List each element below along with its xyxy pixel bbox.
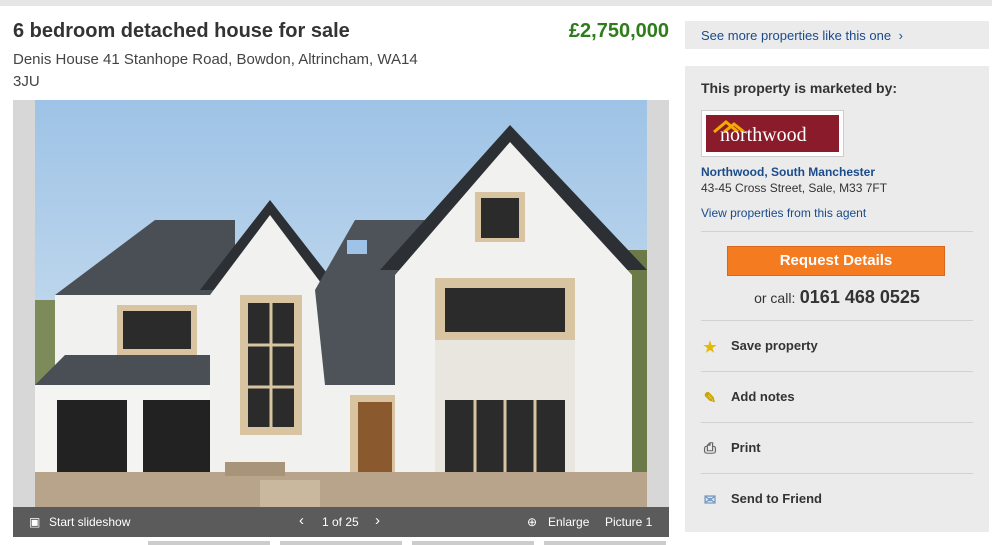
add-notes-label: Add notes	[731, 389, 795, 404]
agent-panel: This property is marketed by: northwood …	[685, 66, 989, 532]
view-agent-properties-link[interactable]: View properties from this agent	[701, 206, 866, 220]
divider	[701, 473, 973, 474]
note-icon: ✎	[703, 390, 717, 407]
gallery-toolbar: ▣ Start slideshow ‹ 1 of 25 › ⊕ Enlarge …	[13, 507, 669, 537]
start-slideshow-link[interactable]: Start slideshow	[49, 515, 130, 529]
picture-label: Picture 1	[605, 515, 653, 529]
enlarge-link[interactable]: Enlarge	[548, 515, 589, 529]
thumbnail[interactable]	[148, 541, 270, 545]
print-label: Print	[731, 440, 761, 455]
agent-address: 43-45 Cross Street, Sale, M33 7FT	[701, 181, 888, 195]
agent-logo-graphic: northwood	[706, 115, 839, 152]
save-property-label: Save property	[731, 338, 818, 353]
phone-number[interactable]: 0161 468 0525	[800, 287, 920, 307]
chevron-left-icon[interactable]: ‹	[299, 512, 304, 529]
agent-logo[interactable]: northwood	[701, 110, 844, 157]
photo-counter: 1 of 25	[322, 515, 359, 529]
chevron-right-icon[interactable]: ›	[375, 512, 380, 529]
chevron-right-icon: ›	[898, 28, 904, 43]
photo-gallery: ▣ Start slideshow ‹ 1 of 25 › ⊕ Enlarge …	[13, 100, 669, 537]
thumbnail[interactable]	[280, 541, 402, 545]
star-icon: ★	[703, 339, 717, 356]
listing-title: 6 bedroom detached house for sale	[13, 20, 350, 42]
agent-name-link[interactable]: Northwood, South Manchester	[701, 165, 875, 179]
divider	[701, 320, 973, 321]
thumbnail[interactable]	[544, 541, 666, 545]
divider	[701, 231, 973, 232]
divider	[701, 371, 973, 372]
top-bar	[0, 0, 992, 6]
listing-address: Denis House 41 Stanhope Road, Bowdon, Al…	[13, 51, 418, 90]
request-details-button[interactable]: Request Details	[727, 246, 945, 276]
envelope-icon: ✉	[703, 492, 717, 509]
see-more-link[interactable]: See more properties like this one ›	[685, 21, 989, 49]
call-prefix: or call:	[754, 290, 796, 306]
printer-icon: ⎙	[703, 440, 716, 457]
slideshow-icon[interactable]: ▣	[29, 515, 40, 529]
call-line: or call: 0161 468 0525	[685, 287, 989, 308]
see-more-label: See more properties like this one	[701, 28, 892, 43]
agent-logo-text: northwood	[720, 124, 807, 146]
thumbnail[interactable]	[412, 541, 534, 545]
thumbnail-strip	[148, 541, 688, 545]
listing-price: £2,750,000	[568, 20, 669, 42]
divider	[701, 422, 973, 423]
zoom-icon[interactable]: ⊕	[527, 515, 537, 529]
send-to-friend-label: Send to Friend	[731, 491, 822, 506]
marketed-by-heading: This property is marketed by:	[701, 80, 898, 96]
property-photo[interactable]	[35, 100, 647, 507]
